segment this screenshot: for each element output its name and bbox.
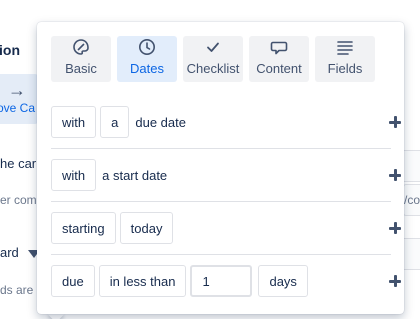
bg-row-2-right-text: /co [404,193,420,207]
arrow-right-icon: → [8,80,26,100]
chip-due[interactable]: due [51,265,95,297]
chip-in-less-than[interactable]: in less than [98,265,187,297]
rule-row-due-in: due in less than days [51,255,401,307]
tab-dates[interactable]: Dates [117,36,177,82]
tab-dates-label: Dates [130,61,164,76]
lines-icon [337,41,353,55]
date-rules-list: with a due date with a start date starti… [51,96,401,307]
add-rule-button[interactable] [385,112,405,132]
add-rule-button[interactable] [385,165,405,185]
rule-row-starting: starting today [51,202,401,255]
speech-bubble-icon [270,41,288,55]
rule-row-due-date: with a due date [51,96,401,149]
add-rule-button[interactable] [385,271,405,291]
chip-starting[interactable]: starting [51,212,116,244]
rule-text-start-date: a start date [102,167,168,183]
rule-text-due-date: due date [135,114,186,130]
tab-checklist[interactable]: Checklist [183,36,243,82]
bg-row-2-text: er com [0,193,37,207]
section-title-fragment: ion [0,42,20,58]
add-rule-button[interactable] [385,218,405,238]
move-card-label-fragment: ove Ca [0,101,36,115]
clock-icon [139,39,155,55]
tab-basic[interactable]: Basic [51,36,111,82]
palette-icon [73,39,89,55]
chip-days[interactable]: days [258,265,308,297]
check-icon [207,42,219,52]
chip-with[interactable]: with [51,106,97,138]
filter-tabs: Basic Dates Checklist Content Fields [51,36,375,82]
tab-basic-label: Basic [65,61,97,76]
chip-today[interactable]: today [119,212,174,244]
bg-row-3-text: ard [0,245,19,260]
days-value-input[interactable] [190,265,253,297]
bg-row-4-text: ds are [0,283,34,297]
filter-popover: Basic Dates Checklist Content Fields wit… [37,22,404,314]
move-card-tile[interactable]: → [0,74,38,124]
bg-row-1-text: he car [0,156,37,171]
chip-with[interactable]: with [51,159,97,191]
tab-checklist-label: Checklist [186,61,240,76]
tab-content-label: Content [256,61,302,76]
stage: ion → ove Ca he car er com /co ard ds ar… [0,0,420,319]
bg-input-right-2[interactable]: /co [403,184,420,216]
tab-fields[interactable]: Fields [315,36,375,82]
tab-content[interactable]: Content [249,36,309,82]
rule-row-start-date: with a start date [51,149,401,202]
chip-a[interactable]: a [100,106,130,138]
tab-fields-label: Fields [327,61,363,76]
